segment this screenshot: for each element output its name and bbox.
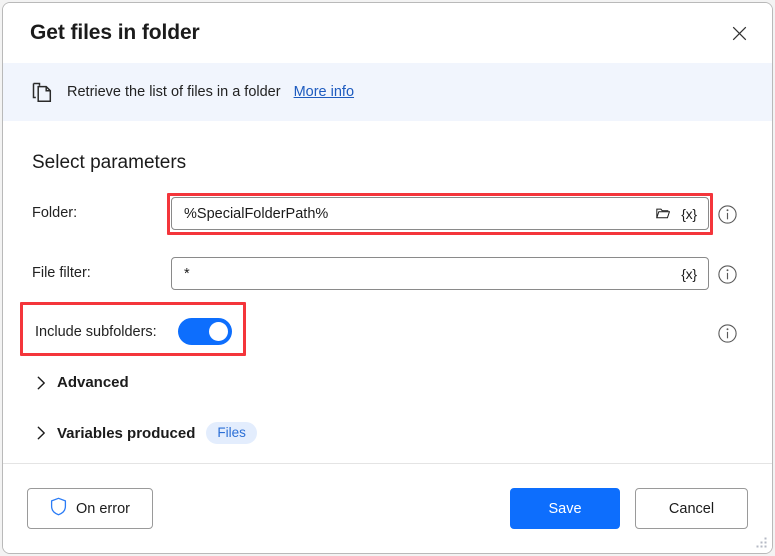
dialog-title: Get files in folder (30, 21, 718, 45)
folder-input[interactable]: %SpecialFolderPath% {x} (171, 197, 709, 230)
cancel-button[interactable]: Cancel (635, 488, 748, 529)
folder-picker-icon[interactable] (650, 201, 676, 226)
shield-icon (50, 497, 67, 520)
dialog-titlebar: Get files in folder (3, 3, 772, 63)
include-subfolders-info-icon[interactable] (717, 323, 738, 344)
file-filter-label: File filter: (32, 265, 91, 281)
dialog-body: Select parameters Folder: %SpecialFolder… (3, 121, 772, 463)
toggle-knob (209, 322, 228, 341)
folder-info-icon[interactable] (717, 204, 738, 225)
folder-label: Folder: (32, 205, 77, 221)
folder-variable-button[interactable]: {x} (676, 201, 702, 226)
include-subfolders-toggle[interactable] (178, 318, 232, 345)
footer-actions: Save Cancel (510, 488, 748, 529)
close-icon (732, 26, 747, 41)
action-description: Retrieve the list of files in a folder (67, 84, 281, 100)
include-subfolders-label: Include subfolders: (35, 324, 157, 340)
section-title: Select parameters (32, 152, 186, 174)
copy-files-icon (31, 81, 54, 104)
file-filter-value: * (184, 266, 676, 282)
file-filter-variable-button[interactable]: {x} (676, 261, 702, 286)
on-error-button[interactable]: On error (27, 488, 153, 529)
folder-value: %SpecialFolderPath% (184, 206, 650, 222)
advanced-expander[interactable]: Advanced (37, 374, 129, 391)
resize-grip-icon[interactable] (754, 536, 768, 550)
advanced-label: Advanced (57, 374, 129, 391)
file-filter-input[interactable]: * {x} (171, 257, 709, 290)
action-description-banner: Retrieve the list of files in a folder M… (3, 63, 772, 121)
save-button[interactable]: Save (510, 488, 620, 529)
variable-badge-files[interactable]: Files (206, 422, 257, 444)
variables-produced-label: Variables produced (57, 425, 195, 442)
more-info-link[interactable]: More info (294, 84, 354, 100)
chevron-right-icon (37, 376, 46, 390)
get-files-in-folder-dialog: Get files in folder Retrieve the list of… (2, 2, 773, 554)
dialog-footer: On error Save Cancel (3, 463, 772, 553)
chevron-right-icon (37, 426, 46, 440)
variables-produced-expander[interactable]: Variables produced Files (37, 422, 257, 444)
file-filter-info-icon[interactable] (717, 264, 738, 285)
close-button[interactable] (718, 14, 760, 52)
on-error-label: On error (76, 501, 130, 517)
